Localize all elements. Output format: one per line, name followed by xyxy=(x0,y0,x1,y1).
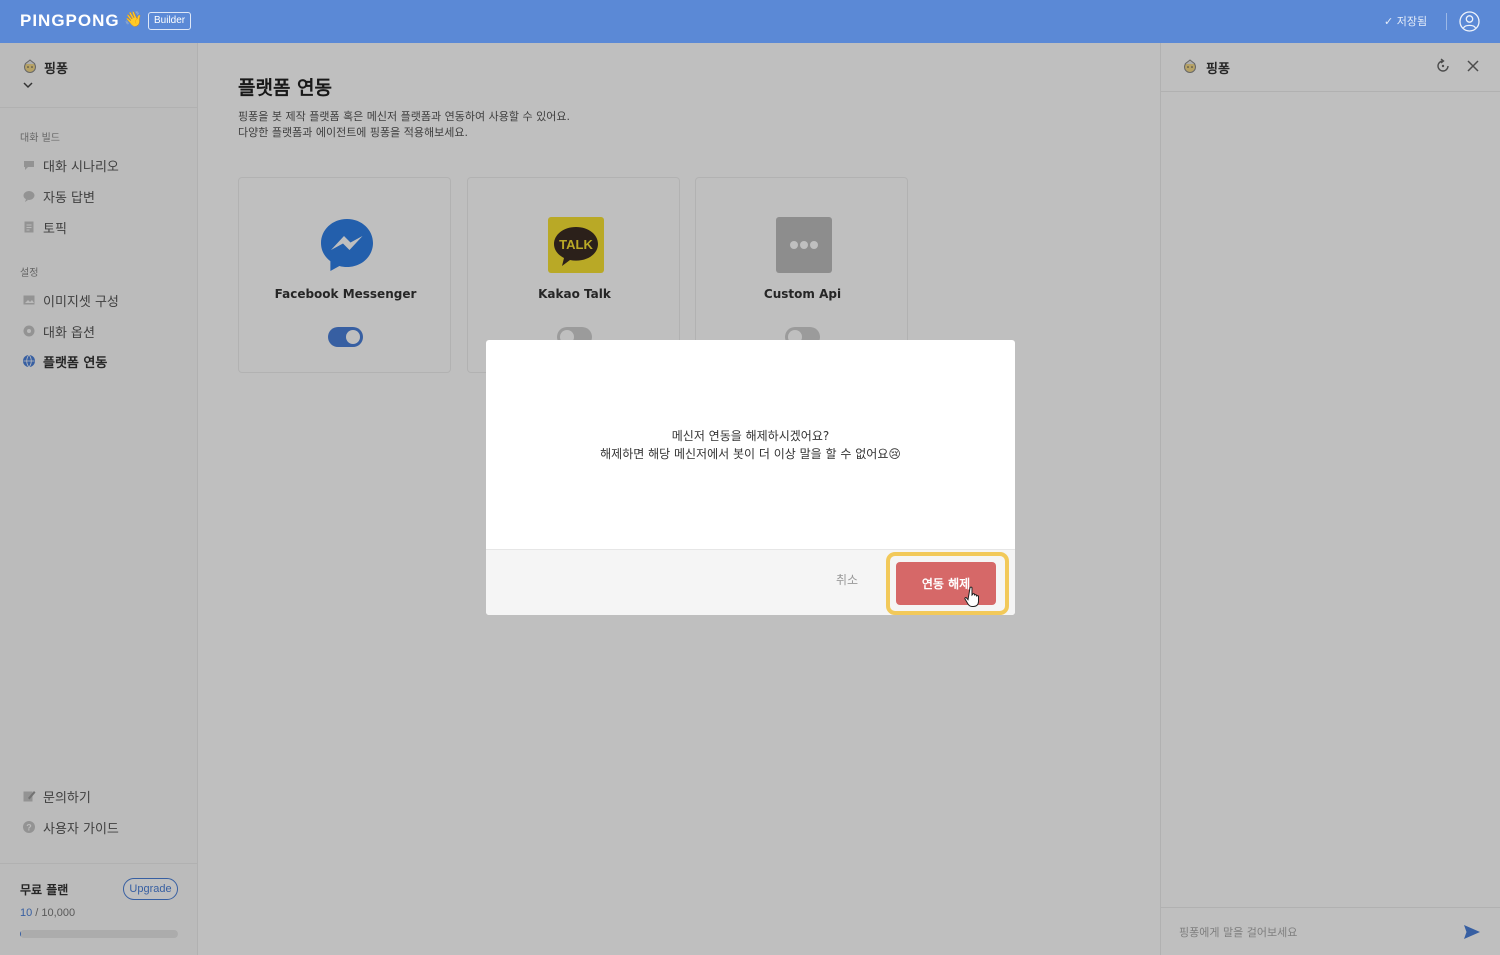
saved-status: ✓ 저장됨 xyxy=(1384,15,1428,28)
dialog-body: 메신저 연동을 해제하시겠어요? 해제하면 해당 메신저에서 봇이 더 이상 말… xyxy=(486,340,1015,549)
hand-cursor-icon xyxy=(964,586,979,607)
dialog-footer: 취소 연동 해제 xyxy=(486,549,1015,615)
dialog-message-line: 해제하면 해당 메신저에서 봇이 더 이상 말을 할 수 없어요😢 xyxy=(600,447,901,461)
builder-badge: Builder xyxy=(148,12,192,30)
app-logo[interactable]: PINGPONG xyxy=(20,11,120,31)
topbar-divider xyxy=(1446,13,1447,30)
user-account-icon[interactable] xyxy=(1459,11,1480,32)
dialog-message-line: 메신저 연동을 해제하시겠어요? xyxy=(671,429,830,443)
top-bar: PINGPONG 👋 Builder ✓ 저장됨 xyxy=(0,0,1500,43)
dialog-message: 메신저 연동을 해제하시겠어요? 해제하면 해당 메신저에서 봇이 더 이상 말… xyxy=(486,427,1015,463)
cancel-button[interactable]: 취소 xyxy=(836,571,858,588)
disconnect-confirm-dialog: 메신저 연동을 해제하시겠어요? 해제하면 해당 메신저에서 봇이 더 이상 말… xyxy=(486,340,1015,615)
wave-hand-icon: 👋 xyxy=(124,10,143,28)
